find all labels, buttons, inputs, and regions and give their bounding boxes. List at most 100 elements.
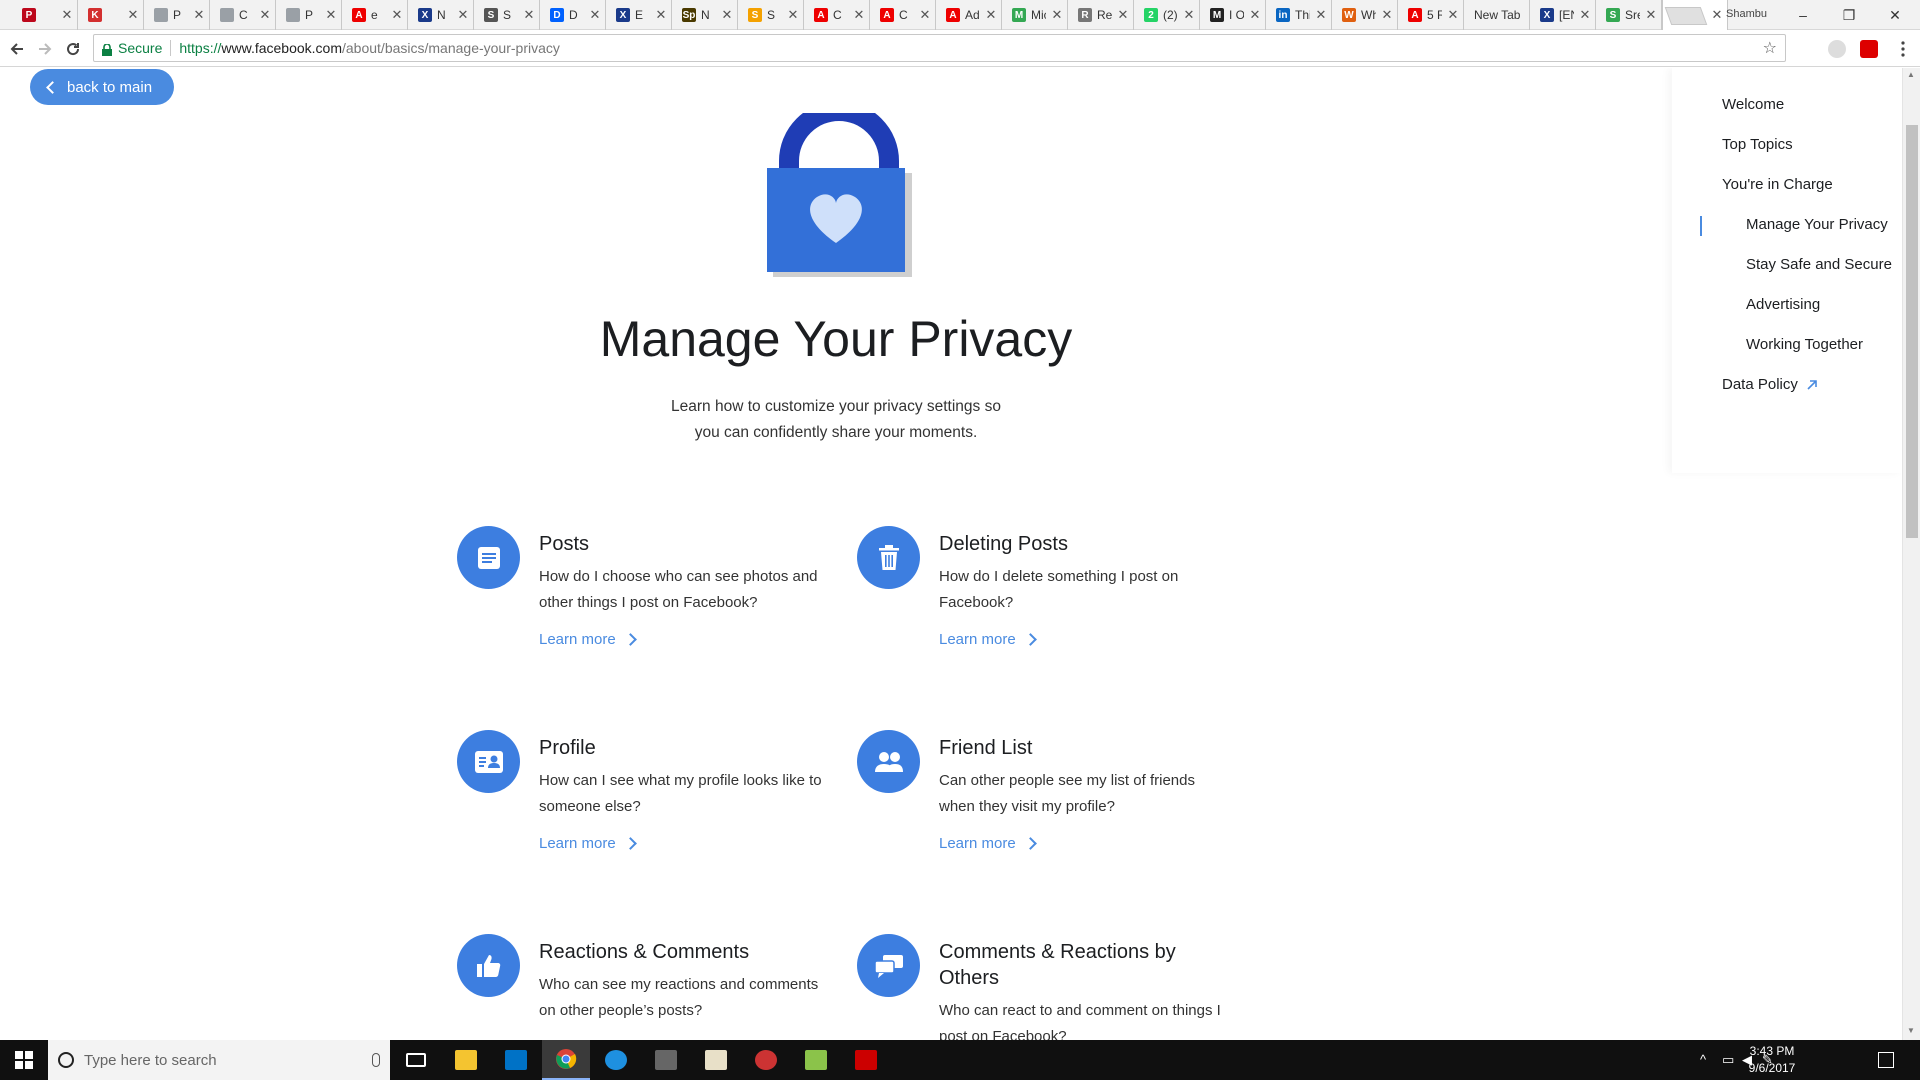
microphone-icon[interactable]: [372, 1053, 380, 1067]
file-explorer-icon[interactable]: [442, 1040, 490, 1080]
reload-icon[interactable]: [62, 38, 84, 60]
scroll-down-arrow-icon[interactable]: ▼: [1907, 1026, 1915, 1035]
tab-close-icon[interactable]: ✕: [391, 7, 403, 23]
tab-close-icon[interactable]: ✕: [259, 7, 271, 23]
browser-tab[interactable]: X N ✕: [408, 0, 474, 30]
tab-close-icon[interactable]: ✕: [1711, 7, 1723, 23]
calculator-icon[interactable]: [642, 1040, 690, 1080]
outlook-icon[interactable]: [492, 1040, 540, 1080]
learn-more-link[interactable]: Learn more: [939, 631, 1037, 648]
tab-close-icon[interactable]: ✕: [1183, 7, 1195, 23]
browser-tab[interactable]: A Adol ✕: [936, 0, 1002, 30]
profile-card-icon: [457, 730, 520, 793]
chevron-up-icon[interactable]: ^: [1700, 1052, 1706, 1067]
browser-tab[interactable]: A 5 Rea ✕: [1398, 0, 1464, 30]
browser-tab[interactable]: P ✕: [12, 0, 78, 30]
close-window-button[interactable]: ✕: [1872, 0, 1918, 30]
nav-item-top-topics[interactable]: Top Topics: [1722, 136, 1793, 153]
scrollbar-thumb[interactable]: [1906, 125, 1918, 538]
learn-more-link[interactable]: Learn more: [939, 835, 1037, 852]
browser-tab[interactable]: A C ✕: [870, 0, 936, 30]
task-view-icon[interactable]: [392, 1040, 440, 1080]
restore-button[interactable]: ❐: [1826, 0, 1872, 30]
edge-icon[interactable]: [592, 1040, 640, 1080]
tab-close-icon[interactable]: ✕: [721, 7, 733, 23]
browser-tab[interactable]: S S ✕: [474, 0, 540, 30]
browser-tab[interactable]: Sp N ✕: [672, 0, 738, 30]
chrome-icon[interactable]: [542, 1040, 590, 1080]
browser-tab[interactable]: M I One ✕: [1200, 0, 1266, 30]
notepad-icon[interactable]: [792, 1040, 840, 1080]
tab-close-icon[interactable]: ✕: [853, 7, 865, 23]
nav-item-advertising[interactable]: Advertising: [1746, 296, 1820, 313]
tab-close-icon[interactable]: ✕: [61, 7, 73, 23]
browser-tab[interactable]: P ✕: [276, 0, 342, 30]
browser-tab[interactable]: R Reca ✕: [1068, 0, 1134, 30]
nav-item-welcome[interactable]: Welcome: [1722, 96, 1784, 113]
tab-close-icon[interactable]: ✕: [589, 7, 601, 23]
tab-close-icon[interactable]: ✕: [1249, 7, 1261, 23]
browser-tab[interactable]: X E ✕: [606, 0, 672, 30]
nav-item-manage-your-privacy[interactable]: Manage Your Privacy: [1746, 216, 1888, 233]
browser-tab[interactable]: M Micr ✕: [1002, 0, 1068, 30]
tab-close-icon[interactable]: ✕: [1579, 7, 1591, 23]
tab-close-icon[interactable]: ✕: [127, 7, 139, 23]
forward-arrow-icon[interactable]: [34, 38, 56, 60]
nav-item-youre-in-charge[interactable]: You're in Charge: [1722, 176, 1833, 193]
address-bar[interactable]: Secure https:// www.facebook.com /about/…: [93, 34, 1786, 62]
tab-close-icon[interactable]: ✕: [919, 7, 931, 23]
java-icon[interactable]: [692, 1040, 740, 1080]
bookmark-star-icon[interactable]: ☆: [1763, 38, 1777, 58]
tab-close-icon[interactable]: ✕: [1447, 7, 1459, 23]
tab-close-icon[interactable]: ✕: [325, 7, 337, 23]
maps-icon: S: [1606, 8, 1620, 22]
nav-item-data-policy[interactable]: Data Policy: [1722, 376, 1818, 393]
tab-close-icon[interactable]: ✕: [457, 7, 469, 23]
browser-tab[interactable]: in This ✕: [1266, 0, 1332, 30]
nav-item-working-together[interactable]: Working Together: [1746, 336, 1863, 353]
browser-tab[interactable]: P ✕: [144, 0, 210, 30]
tab-close-icon[interactable]: ✕: [1117, 7, 1129, 23]
tab-close-icon[interactable]: ✕: [1381, 7, 1393, 23]
adblock-extension-icon[interactable]: [1860, 40, 1878, 58]
browser-tab[interactable]: D D ✕: [540, 0, 606, 30]
menu-kebab-icon[interactable]: [1892, 38, 1914, 60]
taskbar-search-box[interactable]: Type here to search: [48, 1040, 390, 1080]
thumbs-up-icon: [457, 934, 520, 997]
back-button-label: back to main: [67, 78, 153, 96]
browser-tab[interactable]: S S ✕: [738, 0, 804, 30]
tab-close-icon[interactable]: ✕: [787, 7, 799, 23]
profile-name[interactable]: Shambu: [1726, 8, 1767, 20]
acrobat-icon[interactable]: [842, 1040, 890, 1080]
browser-tab[interactable]: C ✕: [210, 0, 276, 30]
notification-icon[interactable]: [1878, 1052, 1894, 1068]
system-clock[interactable]: 3:43 PM 9/6/2017: [1732, 1043, 1812, 1077]
tab-close-icon[interactable]: ✕: [985, 7, 997, 23]
browser-tab[interactable]: New Tab: [1464, 0, 1530, 30]
nav-item-stay-safe-secure[interactable]: Stay Safe and Secure: [1746, 256, 1892, 273]
learn-more-link[interactable]: Learn more: [539, 631, 637, 648]
tab-close-icon[interactable]: ✕: [523, 7, 535, 23]
browser-tab[interactable]: Ae ✕: [342, 0, 408, 30]
learn-more-link[interactable]: Learn more: [539, 835, 637, 852]
browser-tab[interactable]: W Why ✕: [1332, 0, 1398, 30]
minimize-button[interactable]: –: [1780, 0, 1826, 30]
browser-tab[interactable]: S Sree ✕: [1596, 0, 1662, 30]
scroll-up-arrow-icon[interactable]: ▲: [1907, 70, 1915, 79]
tab-close-icon[interactable]: ✕: [1315, 7, 1327, 23]
paint-icon[interactable]: [742, 1040, 790, 1080]
tab-close-icon[interactable]: ✕: [193, 7, 205, 23]
extension-icon[interactable]: [1828, 40, 1846, 58]
tab-close-icon[interactable]: ✕: [1051, 7, 1063, 23]
start-button[interactable]: [0, 1040, 48, 1080]
scrollbar[interactable]: ▲ ▼: [1902, 68, 1920, 1040]
back-arrow-icon[interactable]: [6, 38, 28, 60]
tab-close-icon[interactable]: ✕: [1645, 7, 1657, 23]
browser-tab[interactable]: A C ✕: [804, 0, 870, 30]
tab-close-icon[interactable]: ✕: [655, 7, 667, 23]
browser-tab[interactable]: K ✕: [78, 0, 144, 30]
browser-tab[interactable]: 2 (2) V ✕: [1134, 0, 1200, 30]
browser-tab[interactable]: X [ENE ✕: [1530, 0, 1596, 30]
new-tab-button[interactable]: [1664, 7, 1708, 25]
back-to-main-button[interactable]: back to main: [30, 69, 174, 105]
